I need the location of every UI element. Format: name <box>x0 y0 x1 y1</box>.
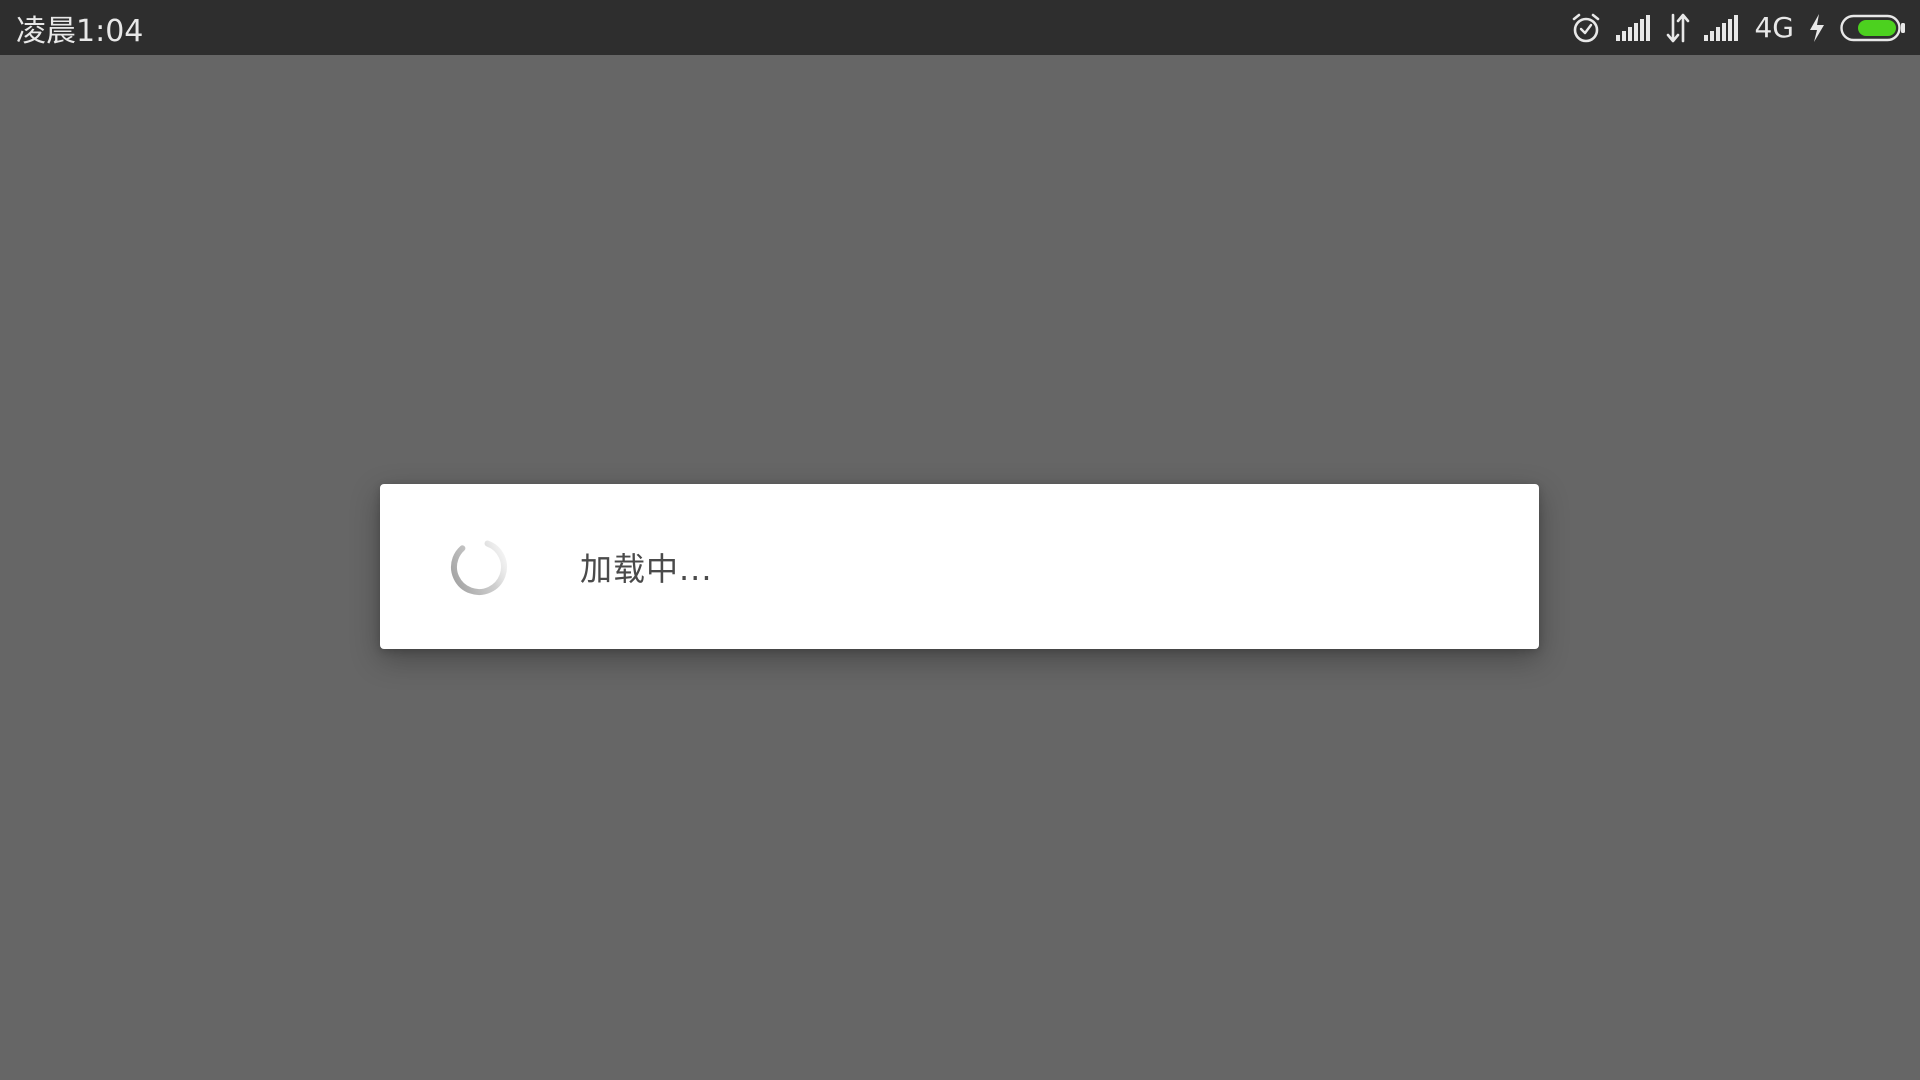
loading-spinner-icon <box>448 536 510 598</box>
loading-dialog: 加载中... <box>380 484 1539 649</box>
status-bar: 凌晨1:04 4G <box>0 0 1920 55</box>
alarm-clock-icon <box>1570 12 1602 44</box>
loading-message: 加载中... <box>580 549 713 588</box>
charging-bolt-icon <box>1808 13 1826 43</box>
status-icons: 4G <box>1570 0 1906 55</box>
network-type-label: 4G <box>1754 11 1794 44</box>
signal-strength-icon <box>1704 14 1740 41</box>
screen: 凌晨1:04 4G 加载中... <box>0 0 1920 1080</box>
battery-icon <box>1840 13 1906 43</box>
data-transfer-icon <box>1666 13 1690 43</box>
status-time: 凌晨1:04 <box>16 13 144 49</box>
signal-strength-icon <box>1616 14 1652 41</box>
